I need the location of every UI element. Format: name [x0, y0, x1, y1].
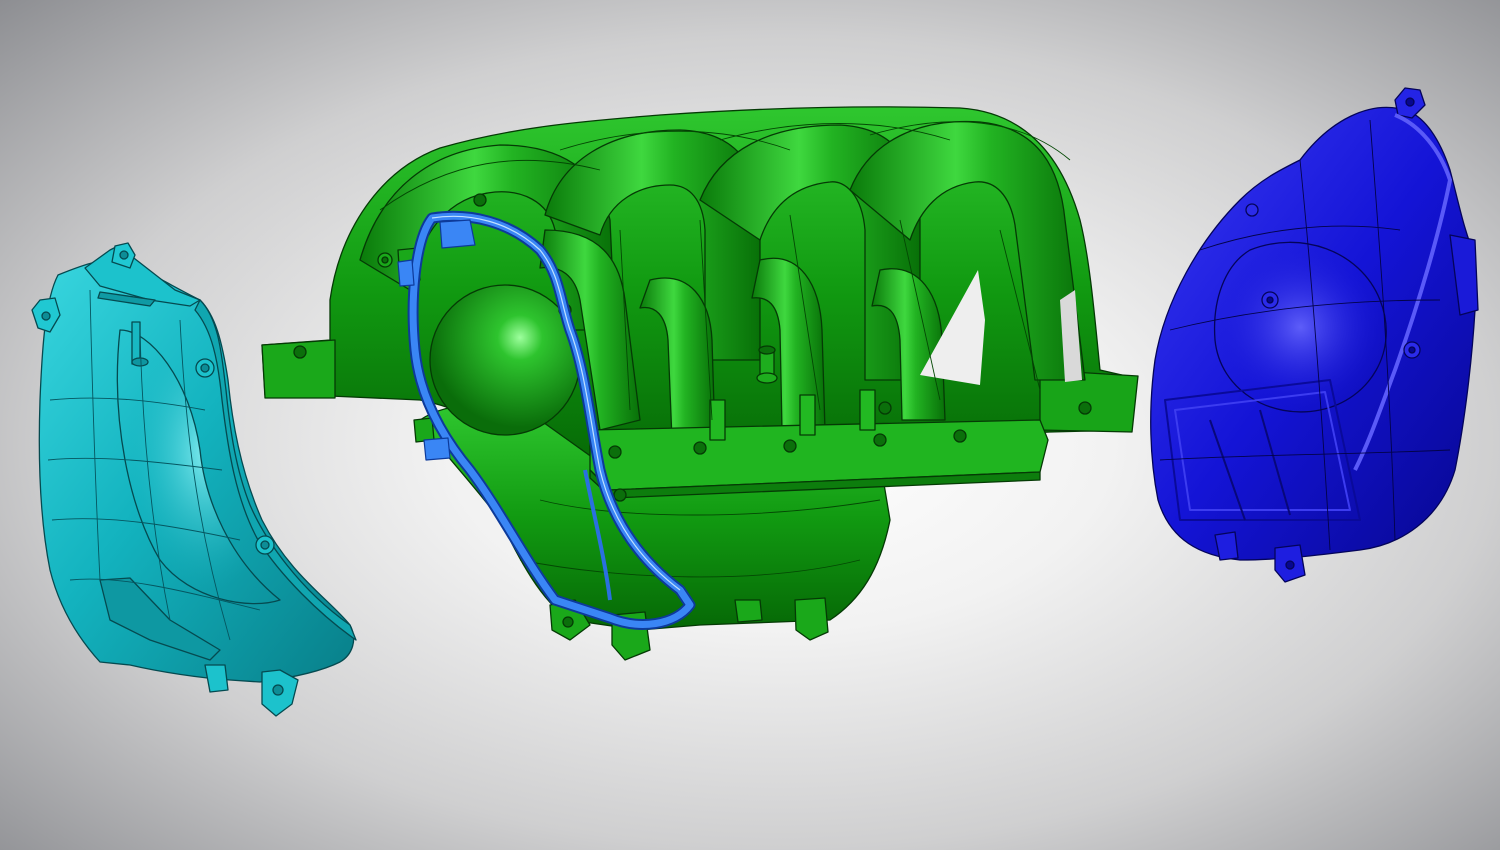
intake-manifold[interactable] [261, 106, 1139, 661]
right-cover[interactable] [1150, 87, 1479, 583]
cad-viewport[interactable] [0, 0, 1500, 850]
left-cover[interactable] [31, 242, 357, 717]
model-canvas [31, 87, 1479, 717]
